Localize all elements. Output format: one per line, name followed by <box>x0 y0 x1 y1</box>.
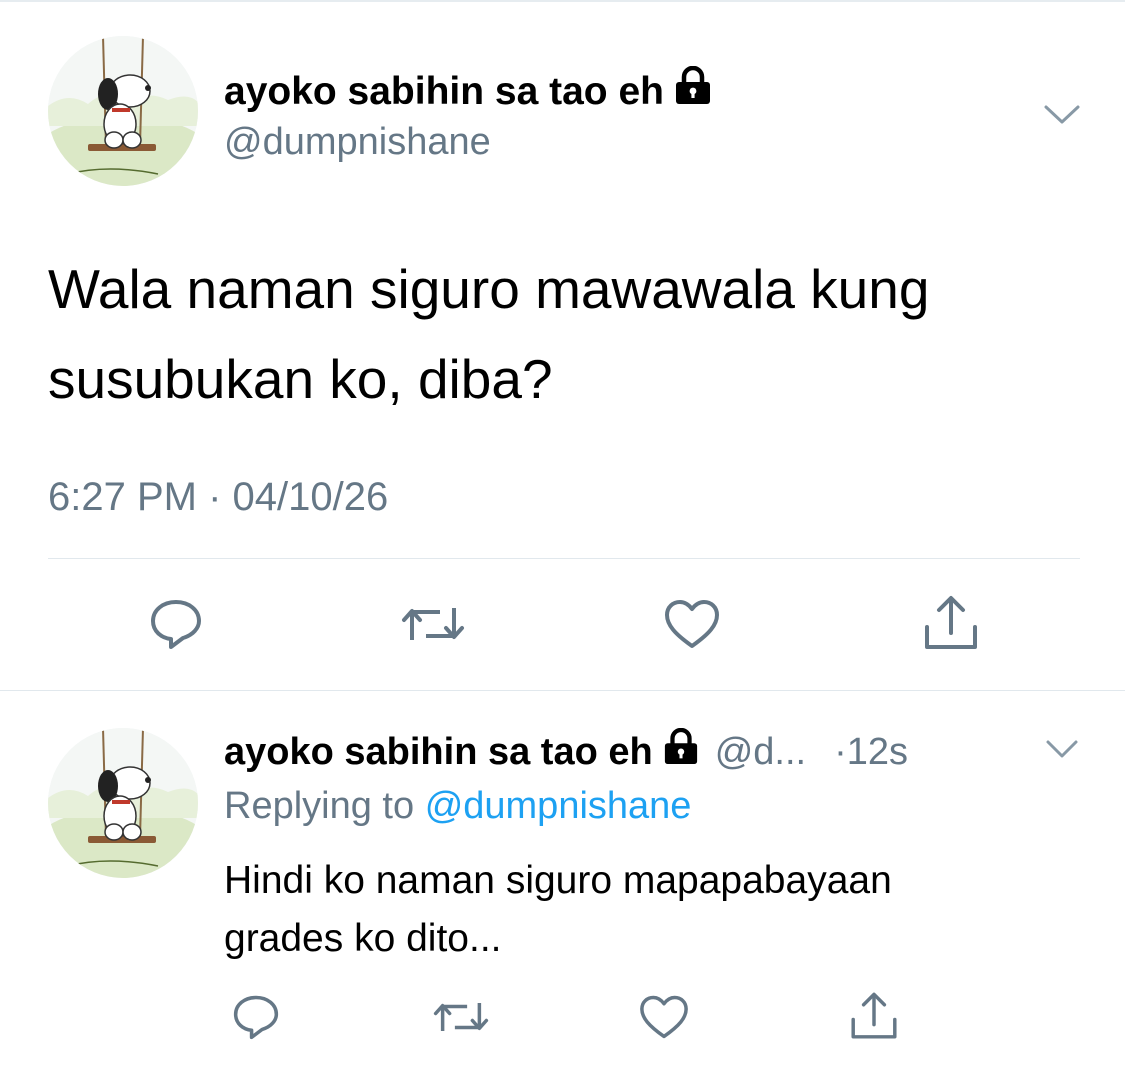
retweet-icon <box>402 608 464 640</box>
share-icon <box>851 992 897 1039</box>
like-button[interactable] <box>662 596 722 652</box>
avatar[interactable] <box>48 36 198 186</box>
lock-icon <box>663 727 699 776</box>
reply-display-name-text: ayoko sabihin sa tao eh <box>224 731 653 773</box>
replying-to-handle-link[interactable]: @dumpnishane <box>425 785 692 827</box>
reply-icon <box>151 600 201 649</box>
tweet-text: Wala naman siguro mawawala kung susubuka… <box>48 244 929 424</box>
retweet-button[interactable] <box>398 598 468 650</box>
replying-to: Replying to @dumpnishane <box>224 784 691 828</box>
snoopy-swing-avatar-icon <box>48 728 198 878</box>
reply-button[interactable] <box>230 992 282 1042</box>
snoopy-swing-avatar-icon <box>48 36 198 186</box>
tweet-timestamp[interactable]: 6:27 PM · 04/10/26 <box>48 474 388 520</box>
reply-text: Hindi ko naman siguro mapapabayaan grade… <box>224 852 892 968</box>
handle[interactable]: @dumpnishane <box>224 120 491 164</box>
reply-handle[interactable]: @d... <box>715 730 806 774</box>
reply-text-line: grades ko dito... <box>224 917 502 960</box>
top-border <box>0 0 1125 2</box>
display-name[interactable]: ayoko sabihin sa tao eh <box>224 65 712 117</box>
reply-display-name[interactable]: ayoko sabihin sa tao eh <box>224 727 699 776</box>
share-icon <box>925 596 977 649</box>
tweet-text-line: Wala naman siguro mawawala kung <box>48 258 930 320</box>
share-button[interactable] <box>846 988 902 1044</box>
like-button[interactable] <box>636 992 692 1042</box>
share-button[interactable] <box>920 592 982 654</box>
reply-time[interactable]: ·12s <box>834 730 908 774</box>
chevron-down-icon[interactable] <box>1042 100 1082 130</box>
tweet-separator <box>0 690 1125 691</box>
reply-text-line: Hindi ko naman siguro mapapabayaan <box>224 859 892 902</box>
reply-avatar[interactable] <box>48 728 198 878</box>
reply-button[interactable] <box>146 596 206 652</box>
divider <box>48 558 1080 559</box>
reply-header: ayoko sabihin sa tao eh @d... ·12s <box>224 727 908 776</box>
replying-to-label: Replying to <box>224 785 415 827</box>
reply-icon <box>233 995 279 1040</box>
heart-icon <box>665 600 719 648</box>
heart-icon <box>640 995 688 1039</box>
tweet-text-line: susubukan ko, diba? <box>48 348 553 410</box>
retweet-button[interactable] <box>430 994 492 1040</box>
retweet-icon <box>433 1003 489 1031</box>
display-name-text: ayoko sabihin sa tao eh <box>224 69 664 113</box>
chevron-down-icon[interactable] <box>1044 736 1080 762</box>
lock-icon <box>674 65 712 117</box>
